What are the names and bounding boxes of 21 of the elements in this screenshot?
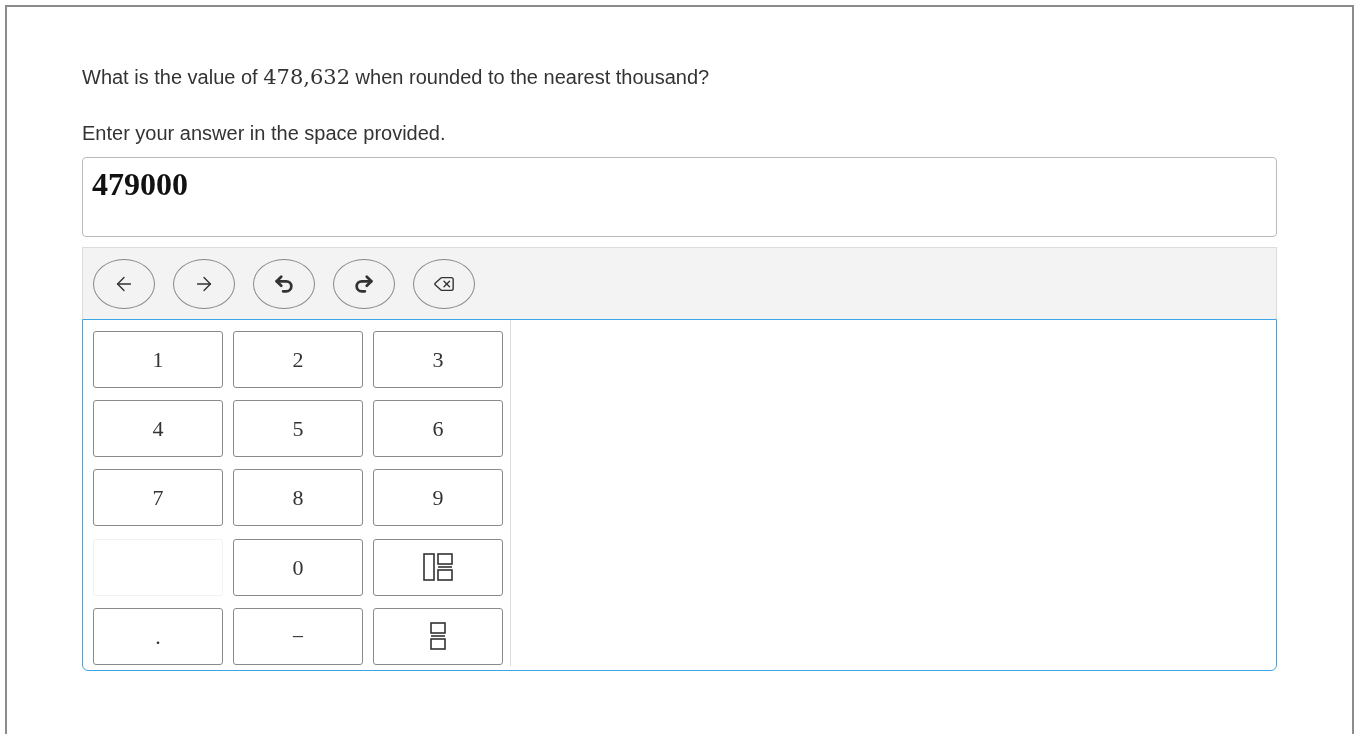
- keypad-key[interactable]: 6: [373, 400, 503, 458]
- instruction-text: Enter your answer in the space provided.: [82, 121, 447, 146]
- mixed-fraction-key[interactable]: [373, 538, 503, 596]
- fraction-key[interactable]: [373, 607, 503, 665]
- keypad-key[interactable]: −: [233, 607, 363, 665]
- undo-icon: [273, 272, 295, 295]
- keypad-key[interactable]: 4: [93, 400, 223, 458]
- keypad-key[interactable]: 7: [93, 469, 223, 527]
- fraction-icon: [430, 622, 446, 651]
- keypad-key[interactable]: 3: [373, 331, 503, 388]
- keypad-key[interactable]: 0: [233, 538, 363, 596]
- question-text: What is the value of 478,632 when rounded to the nearest thousand?: [82, 64, 711, 91]
- keypad-key[interactable]: 9: [373, 469, 503, 527]
- keypad-key[interactable]: .: [93, 607, 223, 665]
- answer-field[interactable]: 479000: [82, 157, 1277, 237]
- keypad-key[interactable]: 1: [93, 331, 223, 388]
- keypad-key[interactable]: 5: [233, 400, 363, 458]
- keypad-key[interactable]: 8: [233, 469, 363, 527]
- mixed-fraction-icon: [423, 553, 453, 582]
- keypad-key[interactable]: 2: [233, 331, 363, 388]
- redo-icon: [353, 272, 375, 295]
